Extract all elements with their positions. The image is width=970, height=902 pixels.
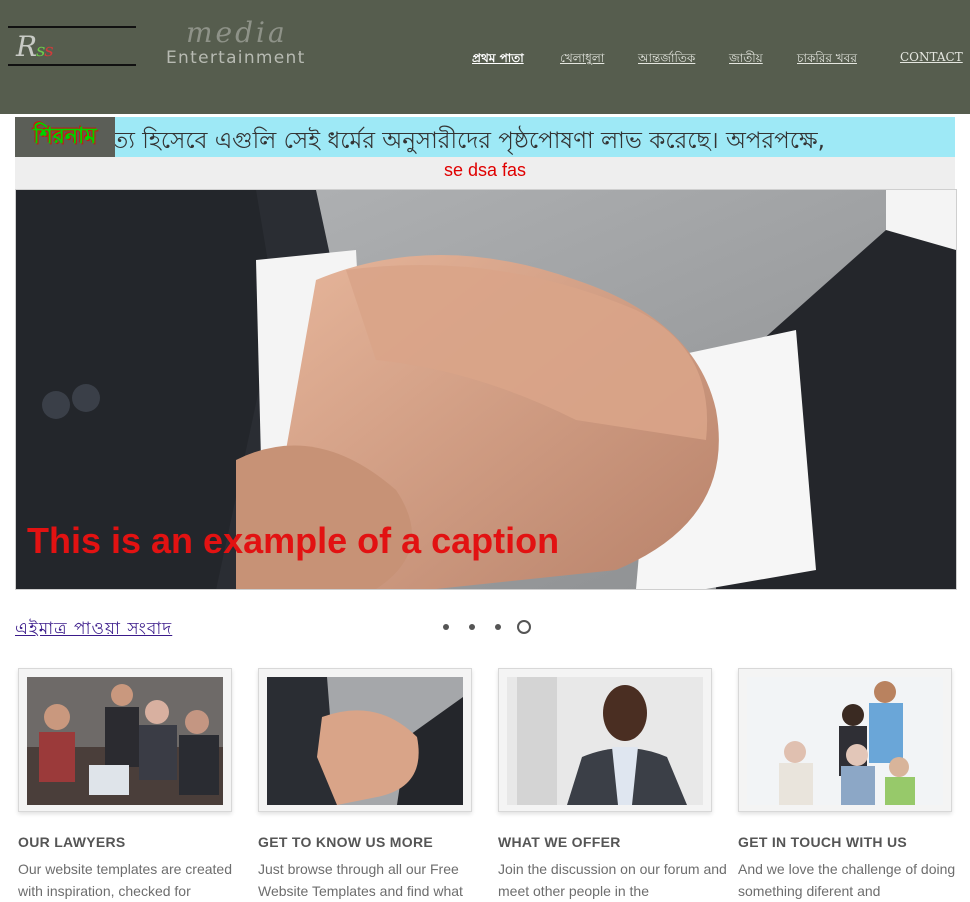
card-get-in-touch: GET IN TOUCH WITH US And we love the cha… bbox=[738, 668, 955, 899]
nav-national[interactable]: জাতীয় bbox=[729, 50, 763, 70]
card-get-to-know-us: GET TO KNOW US MORE Just browse through … bbox=[258, 668, 472, 899]
slide-caption: This is an example of a caption bbox=[27, 520, 560, 561]
headline-text: ত্য হিসেবে এগুলি সেই ধর্মের অনুসারীদের প… bbox=[111, 128, 825, 154]
family-photo bbox=[747, 677, 943, 805]
slider-dot-4[interactable] bbox=[517, 620, 531, 634]
card-text: Just browse through all our Free Website… bbox=[258, 861, 463, 899]
headline-marquee: ত্য হিসেবে এগুলি সেই ধর্মের অনুসারীদের প… bbox=[15, 117, 955, 157]
slider-pagination bbox=[440, 620, 540, 636]
slider-dot-3[interactable] bbox=[495, 624, 501, 630]
site-header: Rss media Entertainment প্রথম পাতা খেলাধ… bbox=[0, 0, 970, 114]
headline-badge: শিরনাম bbox=[15, 117, 115, 157]
card-our-lawyers: OUR LAWYERS Our website templates are cr… bbox=[18, 668, 232, 899]
slider-dot-1[interactable] bbox=[443, 624, 449, 630]
card-title: WHAT WE OFFER bbox=[498, 834, 621, 850]
card-image-frame[interactable] bbox=[18, 668, 232, 812]
latest-news-link[interactable]: এইমাত্র পাওয়া সংবাদ bbox=[15, 616, 172, 644]
nav-contact[interactable]: CONTACT bbox=[900, 50, 963, 64]
slider-dot-2[interactable] bbox=[469, 624, 475, 630]
image-slider[interactable]: This is an example of a caption bbox=[15, 189, 957, 590]
site-logo[interactable]: Rss bbox=[8, 26, 136, 66]
card-text: Join the discussion on our forum and mee… bbox=[498, 861, 727, 899]
card-image-frame[interactable] bbox=[738, 668, 952, 812]
handshake-photo bbox=[267, 677, 463, 805]
businessman-portrait-photo bbox=[507, 677, 703, 805]
card-image-frame[interactable] bbox=[498, 668, 712, 812]
card-title: OUR LAWYERS bbox=[18, 834, 126, 850]
nav-home[interactable]: প্রথম পাতা bbox=[472, 50, 524, 70]
headline-bar: ত্য হিসেবে এগুলি সেই ধর্মের অনুসারীদের প… bbox=[15, 117, 955, 189]
card-text: Our website templates are created with i… bbox=[18, 861, 232, 899]
brand-media-text: media bbox=[186, 16, 288, 49]
card-image-frame[interactable] bbox=[258, 668, 472, 812]
nav-jobs[interactable]: চাকরির খবর bbox=[797, 50, 857, 70]
card-title: GET IN TOUCH WITH US bbox=[738, 834, 908, 850]
headline-subtext: se dsa fas bbox=[443, 160, 527, 180]
card-title: GET TO KNOW US MORE bbox=[258, 834, 433, 850]
business-team-photo bbox=[27, 677, 223, 805]
logo-wordmark: Rss bbox=[16, 30, 54, 63]
card-text: And we love the challenge of doing somet… bbox=[738, 861, 956, 899]
brand-entertainment-text: Entertainment bbox=[166, 48, 306, 68]
nav-sports[interactable]: খেলাধুলা bbox=[560, 50, 604, 70]
nav-international[interactable]: আন্তর্জাতিক bbox=[638, 50, 695, 70]
card-what-we-offer: WHAT WE OFFER Join the discussion on our… bbox=[498, 668, 727, 899]
